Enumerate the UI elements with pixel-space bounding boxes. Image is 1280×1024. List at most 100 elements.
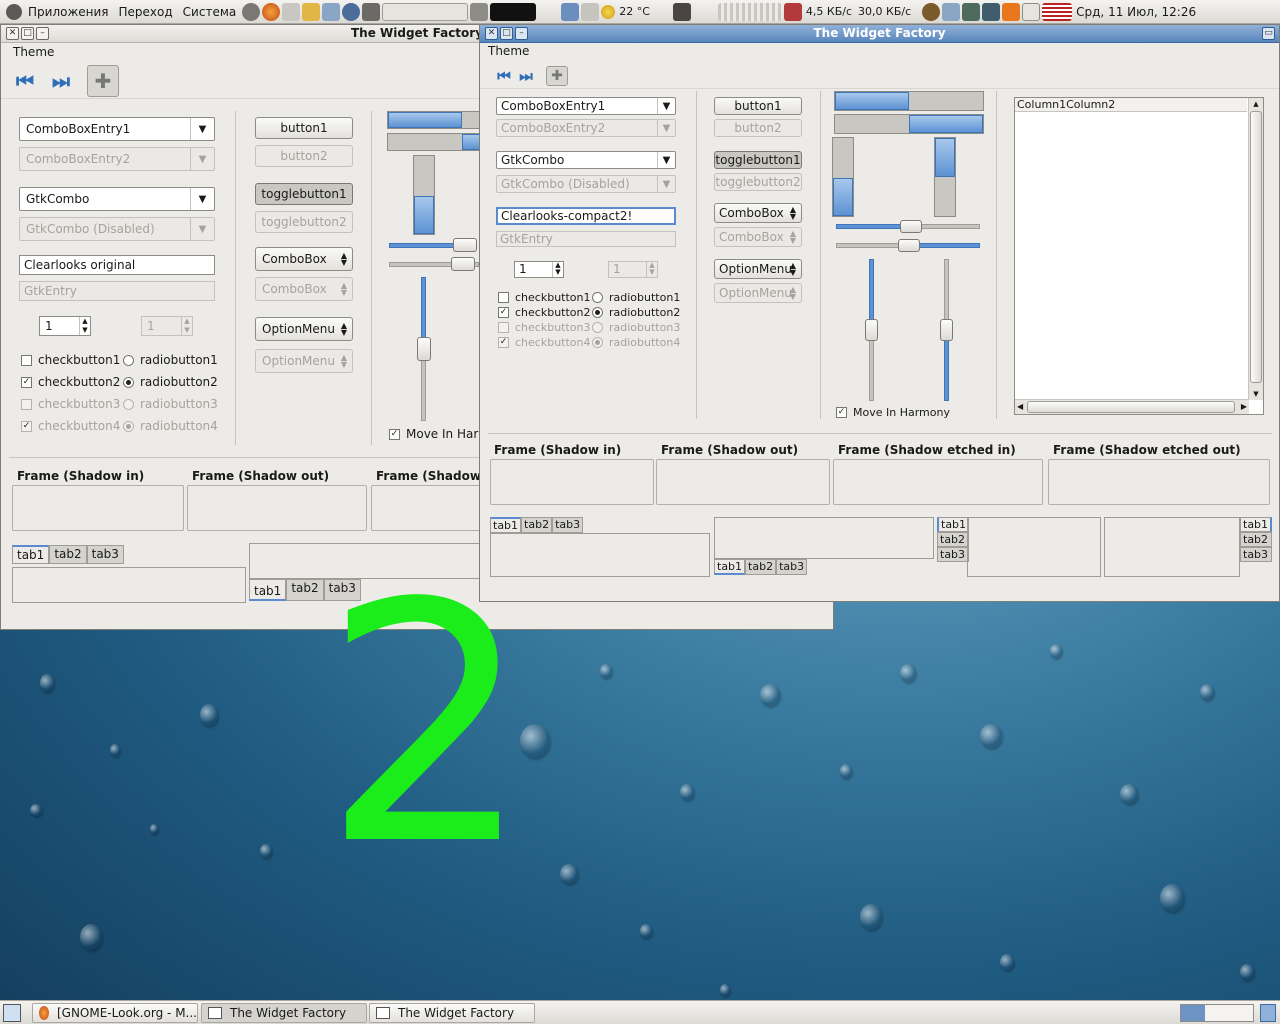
front-window-titlebar[interactable]: ✕ □ – The Widget Factory ▭ [480,25,1279,43]
checkbutton1[interactable]: checkbutton1 [21,353,120,367]
tab2[interactable]: tab2 [286,579,324,601]
spin-button[interactable]: 1 ▲ ▼ [39,316,91,336]
scroll-down-arrow-icon[interactable]: ▼ [1249,388,1263,400]
menu-theme[interactable]: Theme [488,44,529,58]
tab2[interactable]: tab2 [937,532,970,547]
radiobutton2[interactable]: radiobutton2 [123,375,218,389]
combobox-entry1[interactable]: ComboBoxEntry1 ▼ [496,97,676,115]
tab1[interactable]: tab1 [937,517,970,532]
checkbox-checked-icon[interactable]: ✓ [836,407,847,418]
add-icon[interactable]: ✚ [87,64,119,97]
gtkcombo[interactable]: GtkCombo ▼ [19,187,215,211]
checkbox-checked-icon[interactable]: ✓ [389,428,400,440]
tab2[interactable]: tab2 [745,559,777,575]
combobox-button[interactable]: ComboBox ▲ ▼ [255,247,353,271]
checkbox-checked-icon[interactable]: ✓ [21,376,32,388]
scrollbar-thumb[interactable] [1250,111,1262,383]
trash-icon[interactable] [1260,1004,1276,1022]
go-first-icon[interactable]: ⏮ [494,66,514,86]
move-in-harmony-check[interactable]: ✓ Move In Harr [389,427,483,441]
tab1[interactable]: tab1 [714,559,746,575]
tray-app-icon-4[interactable] [982,2,1001,21]
media-controls-icon[interactable] [382,2,469,21]
tray-app-icon-3[interactable] [962,2,981,21]
radiobutton1[interactable]: radiobutton1 [592,291,680,304]
radio-selected-icon[interactable] [123,376,134,388]
taskbar-item-widget-factory-2[interactable]: The Widget Factory [369,1003,535,1023]
firefox-launcher-icon[interactable] [262,2,281,21]
menu-places[interactable]: Переход [114,0,178,24]
tray-app-icon-2[interactable] [942,2,961,21]
vslider-thumb[interactable] [417,337,431,361]
slider-thumb[interactable] [898,239,920,252]
button1[interactable]: button1 [714,97,802,115]
combobox-entry1[interactable]: ComboBoxEntry1 ▼ [19,117,215,141]
hscrollbar-thumb[interactable] [1027,401,1235,413]
tab3[interactable]: tab3 [937,547,970,562]
chevron-down-icon[interactable]: ▼ [657,98,675,114]
notes-icon[interactable] [1022,2,1041,21]
slider-track[interactable] [836,224,908,229]
tab2[interactable]: tab2 [1240,532,1273,547]
gear-launcher-icon[interactable] [242,2,261,21]
network-launcher-icon[interactable] [282,2,301,21]
gtkcombo[interactable]: GtkCombo ▼ [496,151,676,169]
slider-thumb[interactable] [900,220,922,233]
taskbar-item-widget-factory-1[interactable]: The Widget Factory [201,1003,367,1023]
globe-launcher-icon[interactable] [342,2,361,21]
slider-thumb[interactable] [453,238,477,252]
tab1[interactable]: tab1 [1240,517,1273,532]
text-entry[interactable]: Clearlooks-compact2! [496,207,676,225]
chevron-down-icon[interactable]: ▼ [657,152,675,168]
scroll-right-arrow-icon[interactable]: ▶ [1241,402,1247,411]
tree-column-headers[interactable]: Column1Column2 [1015,98,1247,112]
keys-launcher-icon[interactable] [302,2,321,21]
workspace-1[interactable] [1181,1005,1205,1021]
combobox-button[interactable]: ComboBox ▲ ▼ [714,203,802,223]
horizontal-scrollbar[interactable]: ◀ ▶ [1015,399,1249,414]
us-flag-icon[interactable] [1042,2,1073,21]
tab3[interactable]: tab3 [776,559,808,575]
tab3[interactable]: tab3 [1240,547,1273,562]
spin-arrows-icon[interactable]: ▲ ▼ [552,262,563,277]
vertical-scrollbar[interactable]: ▲ ▼ [1248,98,1263,400]
restore-icon[interactable]: ▭ [1262,27,1275,40]
volume-icon[interactable] [470,2,489,21]
spin-arrows-icon[interactable]: ▲ ▼ [79,317,90,335]
optionmenu[interactable]: OptionMenu ▲ ▼ [714,259,802,279]
menu-theme[interactable]: Theme [13,45,54,59]
clock[interactable]: Срд, 11 Июл, 12:26 [1073,5,1199,19]
monitor-applet-icon[interactable] [672,2,691,21]
checkbutton1[interactable]: checkbutton1 [498,291,591,304]
checkbox-checked-icon[interactable]: ✓ [498,307,509,318]
radio-icon[interactable] [123,354,134,366]
chevron-down-icon[interactable]: ▼ [190,118,214,140]
chevron-down-icon[interactable]: ▼ [190,188,214,210]
go-last-icon[interactable]: ⏭ [516,66,536,86]
taskbar-item-browser[interactable]: [GNOME-Look.org - M... [32,1003,198,1023]
radiobutton1[interactable]: radiobutton1 [123,353,218,367]
tray-app-icon-1[interactable] [922,2,941,21]
disk-launcher-icon[interactable] [322,2,341,21]
vslider-track-lower[interactable] [421,357,426,421]
radio-selected-icon[interactable] [592,307,603,318]
add-icon[interactable]: ✚ [546,65,568,86]
menu-applications[interactable]: Приложения [23,0,114,24]
go-last-icon[interactable]: ⏭ [47,67,75,95]
togglebutton1[interactable]: togglebutton1 [714,151,802,169]
checkbox-icon[interactable] [21,354,32,366]
scroll-left-arrow-icon[interactable]: ◀ [1017,402,1023,411]
network-icon[interactable] [561,2,580,21]
show-desktop-icon[interactable] [3,1004,21,1022]
tab3[interactable]: tab3 [86,545,124,564]
tab1[interactable]: tab1 [12,545,50,564]
tab2[interactable]: tab2 [521,517,553,533]
tree-view[interactable]: Column1Column2 ▲ ▼ ◀ ▶ [1014,97,1264,415]
slider-thumb[interactable] [451,257,475,271]
tray-app-icon-5[interactable] [1002,2,1021,21]
tab2[interactable]: tab2 [49,545,87,564]
text-entry[interactable]: Clearlooks original [19,255,215,275]
tab1[interactable]: tab1 [249,579,287,601]
button1[interactable]: button1 [255,117,353,139]
togglebutton1[interactable]: togglebutton1 [255,183,353,205]
